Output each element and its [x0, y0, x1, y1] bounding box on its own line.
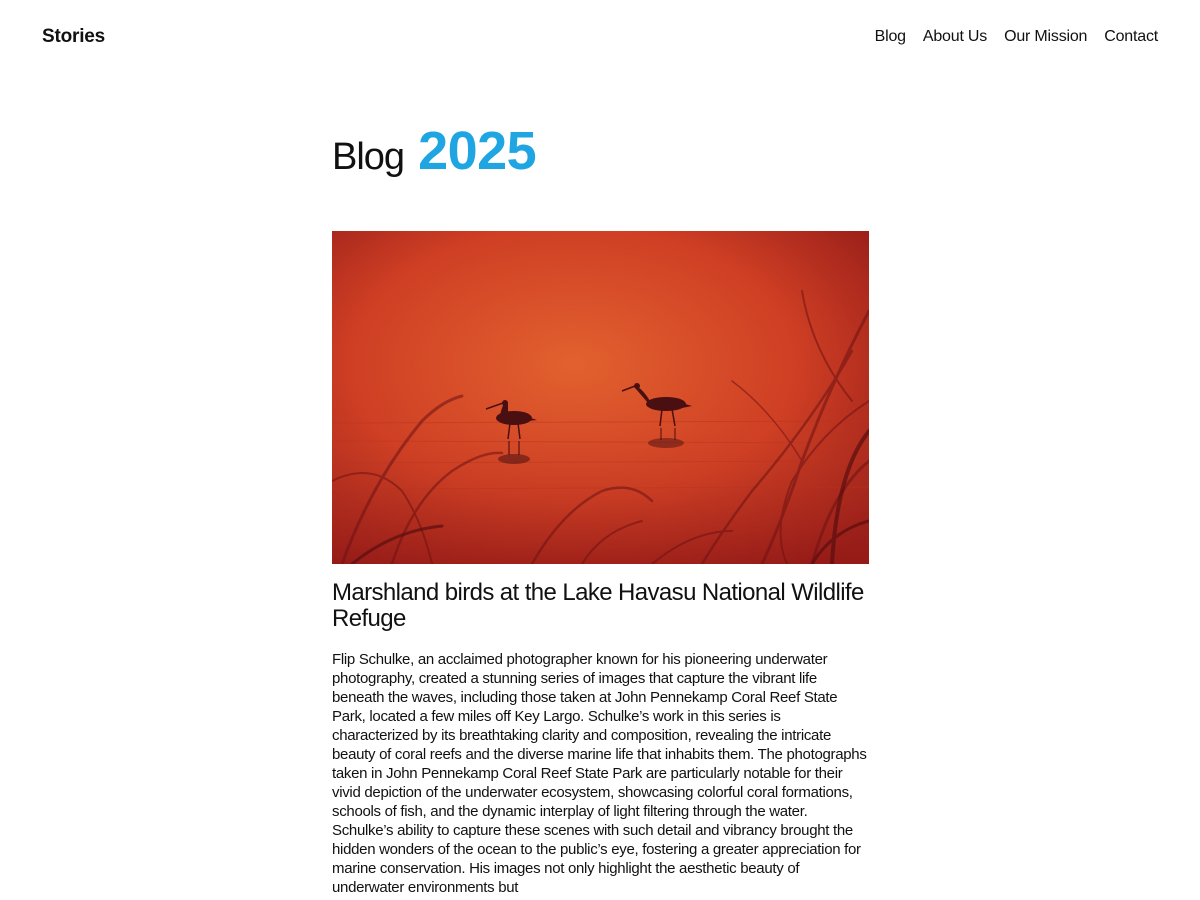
featured-image[interactable] [332, 231, 869, 564]
page-title-year: 2025 [418, 121, 537, 181]
post-title[interactable]: Marshland birds at the Lake Havasu Natio… [332, 580, 869, 632]
post-excerpt: Flip Schulke, an acclaimed photographer … [332, 651, 867, 896]
main-content: Blog 2025 Marshland birds at the Lake Ha… [332, 120, 869, 896]
site-title-link[interactable]: Stories [42, 26, 105, 48]
site-header: Stories Blog About Us Our Mission Contac… [0, 0, 1200, 76]
nav-link-our-mission[interactable]: Our Mission [1004, 28, 1087, 46]
page-title: Blog 2025 [332, 120, 869, 190]
page-title-word: Blog [332, 136, 405, 178]
main-navigation: Blog About Us Our Mission Contact [875, 28, 1159, 46]
nav-link-contact[interactable]: Contact [1104, 28, 1158, 46]
nav-link-about-us[interactable]: About Us [923, 28, 987, 46]
nav-link-blog[interactable]: Blog [875, 28, 906, 46]
